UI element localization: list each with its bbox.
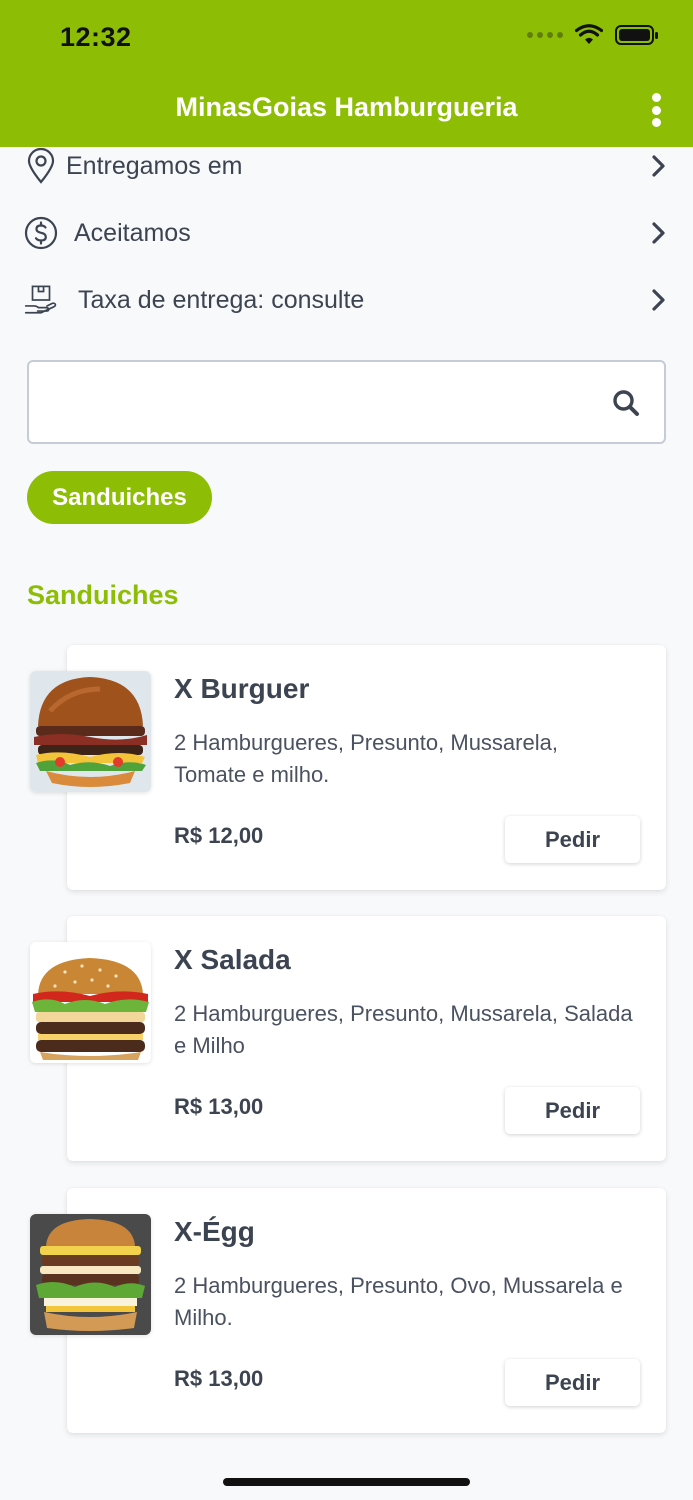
location-pin-icon xyxy=(24,146,58,186)
order-button[interactable]: Pedir xyxy=(505,1087,640,1134)
search-box xyxy=(27,360,666,444)
search-icon[interactable] xyxy=(612,389,640,417)
home-indicator xyxy=(223,1478,470,1486)
page-title: MinasGoias Hamburgueria xyxy=(175,92,518,122)
product-description: 2 Hamburgueres, Presunto, Mussarela, Tom… xyxy=(174,730,558,787)
product-name: X Burguer xyxy=(174,673,310,704)
product-image xyxy=(30,942,151,1063)
order-button[interactable]: Pedir xyxy=(505,816,640,863)
chevron-right-icon xyxy=(649,286,669,314)
delivery-box-icon xyxy=(24,280,58,320)
delivery-area-row[interactable]: Entregamos em xyxy=(24,141,669,191)
product-price: R$ 12,00 xyxy=(174,823,264,848)
product-image xyxy=(30,671,151,792)
product-description: 2 Hamburgueres, Presunto, Ovo, Mussarela… xyxy=(174,1273,623,1330)
status-icons xyxy=(527,24,659,46)
product-price: R$ 13,00 xyxy=(174,1094,264,1119)
product-name: X-Égg xyxy=(174,1216,255,1247)
order-button[interactable]: Pedir xyxy=(505,1359,640,1406)
app-header: 12:32 MinasGoias Hamburgueria xyxy=(0,0,693,147)
product-card[interactable]: X Salada 2 Hamburgueres, Presunto, Mussa… xyxy=(30,916,666,1161)
search-input[interactable] xyxy=(45,382,605,422)
product-image xyxy=(30,1214,151,1335)
section-title: Sanduiches xyxy=(27,580,179,610)
battery-icon xyxy=(615,25,658,45)
product-price: R$ 13,00 xyxy=(174,1366,264,1391)
payment-label: Aceitamos xyxy=(74,218,191,247)
more-vertical-icon[interactable] xyxy=(649,93,663,127)
chevron-right-icon xyxy=(649,152,669,180)
cell-signal-icon xyxy=(527,32,563,38)
category-chip-sanduiches[interactable]: Sanduiches xyxy=(27,471,212,524)
product-name: X Salada xyxy=(174,944,291,975)
product-card[interactable]: X Burguer 2 Hamburgueres, Presunto, Muss… xyxy=(30,645,666,890)
delivery-fee-label: Taxa de entrega: consulte xyxy=(78,285,365,314)
wifi-icon xyxy=(575,24,603,44)
product-description: 2 Hamburgueres, Presunto, Mussarela, Sal… xyxy=(174,1001,633,1058)
dollar-circle-icon xyxy=(24,213,58,253)
product-card[interactable]: X-Égg 2 Hamburgueres, Presunto, Ovo, Mus… xyxy=(30,1188,666,1433)
delivery-fee-row[interactable]: Taxa de entrega: consulte xyxy=(24,275,669,325)
delivery-area-label: Entregamos em xyxy=(66,151,243,180)
status-time: 12:32 xyxy=(60,22,132,52)
chevron-right-icon xyxy=(649,219,669,247)
payment-row[interactable]: Aceitamos xyxy=(24,208,669,258)
